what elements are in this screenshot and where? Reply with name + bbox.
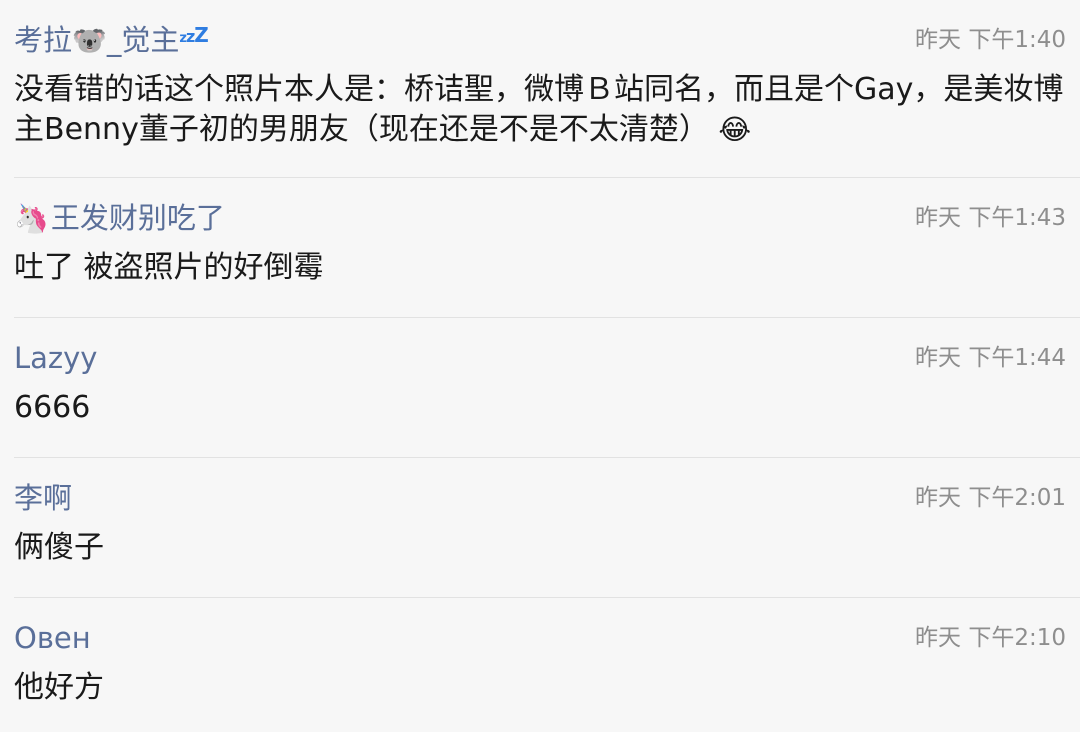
comment-content: 吐了 被盗照片的好倒霉 bbox=[14, 248, 1066, 312]
comment-content: 6666 bbox=[14, 388, 1066, 452]
comment-list: 考拉🐨_觉主zzZ 昨天 下午1:40 没看错的话这个照片本人是：桥诘聖，微博Ｂ… bbox=[0, 0, 1080, 731]
comment-text: 他好方 bbox=[14, 670, 104, 705]
sleeping-zzz-icon: zzZ bbox=[179, 23, 208, 47]
comment-time: 昨天 下午1:44 bbox=[915, 345, 1066, 371]
comment-header: 🦄王发财别吃了 昨天 下午1:43 bbox=[14, 198, 1066, 238]
comment-author[interactable]: Овен bbox=[14, 618, 91, 658]
comment-header: 考拉🐨_觉主zzZ 昨天 下午1:40 bbox=[14, 20, 1066, 60]
comment-header: Овен 昨天 下午2:10 bbox=[14, 618, 1066, 658]
comment-time: 昨天 下午2:10 bbox=[915, 625, 1066, 651]
comment-item: Овен 昨天 下午2:10 他好方 bbox=[14, 598, 1080, 731]
comment-item: 考拉🐨_觉主zzZ 昨天 下午1:40 没看错的话这个照片本人是：桥诘聖，微博Ｂ… bbox=[14, 0, 1080, 178]
comment-item: 李啊 昨天 下午2:01 俩傻子 bbox=[14, 458, 1080, 598]
comment-header: 李啊 昨天 下午2:01 bbox=[14, 478, 1066, 518]
comment-time: 昨天 下午2:01 bbox=[915, 485, 1066, 511]
koala-emoji-icon: 🐨 bbox=[72, 24, 107, 57]
comment-author[interactable]: Lazyy bbox=[14, 338, 97, 378]
author-name: Овен bbox=[14, 621, 91, 655]
comment-text: 俩傻子 bbox=[14, 530, 104, 565]
comment-content: 俩傻子 bbox=[14, 528, 1066, 592]
comment-text: 6666 bbox=[14, 390, 91, 425]
author-name-suffix: _觉主 bbox=[106, 23, 180, 57]
comment-author[interactable]: 李啊 bbox=[14, 478, 72, 518]
author-name: Lazyy bbox=[14, 341, 98, 375]
comment-header: Lazyy 昨天 下午1:44 bbox=[14, 338, 1066, 378]
comment-author[interactable]: 🦄王发财别吃了 bbox=[14, 198, 225, 239]
comment-content: 他好方 bbox=[14, 668, 1066, 732]
comment-content: 没看错的话这个照片本人是：桥诘聖，微博Ｂ站同名，而且是个Gay，是美妆博主Ben… bbox=[14, 70, 1066, 174]
comment-item: 🦄王发财别吃了 昨天 下午1:43 吐了 被盗照片的好倒霉 bbox=[14, 178, 1080, 318]
comment-author[interactable]: 考拉🐨_觉主zzZ bbox=[14, 20, 209, 67]
comment-time: 昨天 下午1:43 bbox=[915, 205, 1066, 231]
comment-text: 吐了 被盗照片的好倒霉 bbox=[14, 250, 324, 285]
author-name-prefix: 考拉 bbox=[14, 23, 73, 57]
author-name: 李啊 bbox=[14, 481, 73, 515]
comment-time: 昨天 下午1:40 bbox=[915, 27, 1066, 53]
comment-text: 没看错的话这个照片本人是：桥诘聖，微博Ｂ站同名，而且是个Gay，是美妆博主Ben… bbox=[14, 72, 1064, 147]
author-name: 王发财别吃了 bbox=[50, 201, 225, 235]
comment-item: Lazyy 昨天 下午1:44 6666 bbox=[14, 318, 1080, 458]
tears-of-joy-emoji-icon: 😂 bbox=[718, 113, 752, 146]
unicorn-emoji-icon: 🦄 bbox=[14, 202, 49, 235]
